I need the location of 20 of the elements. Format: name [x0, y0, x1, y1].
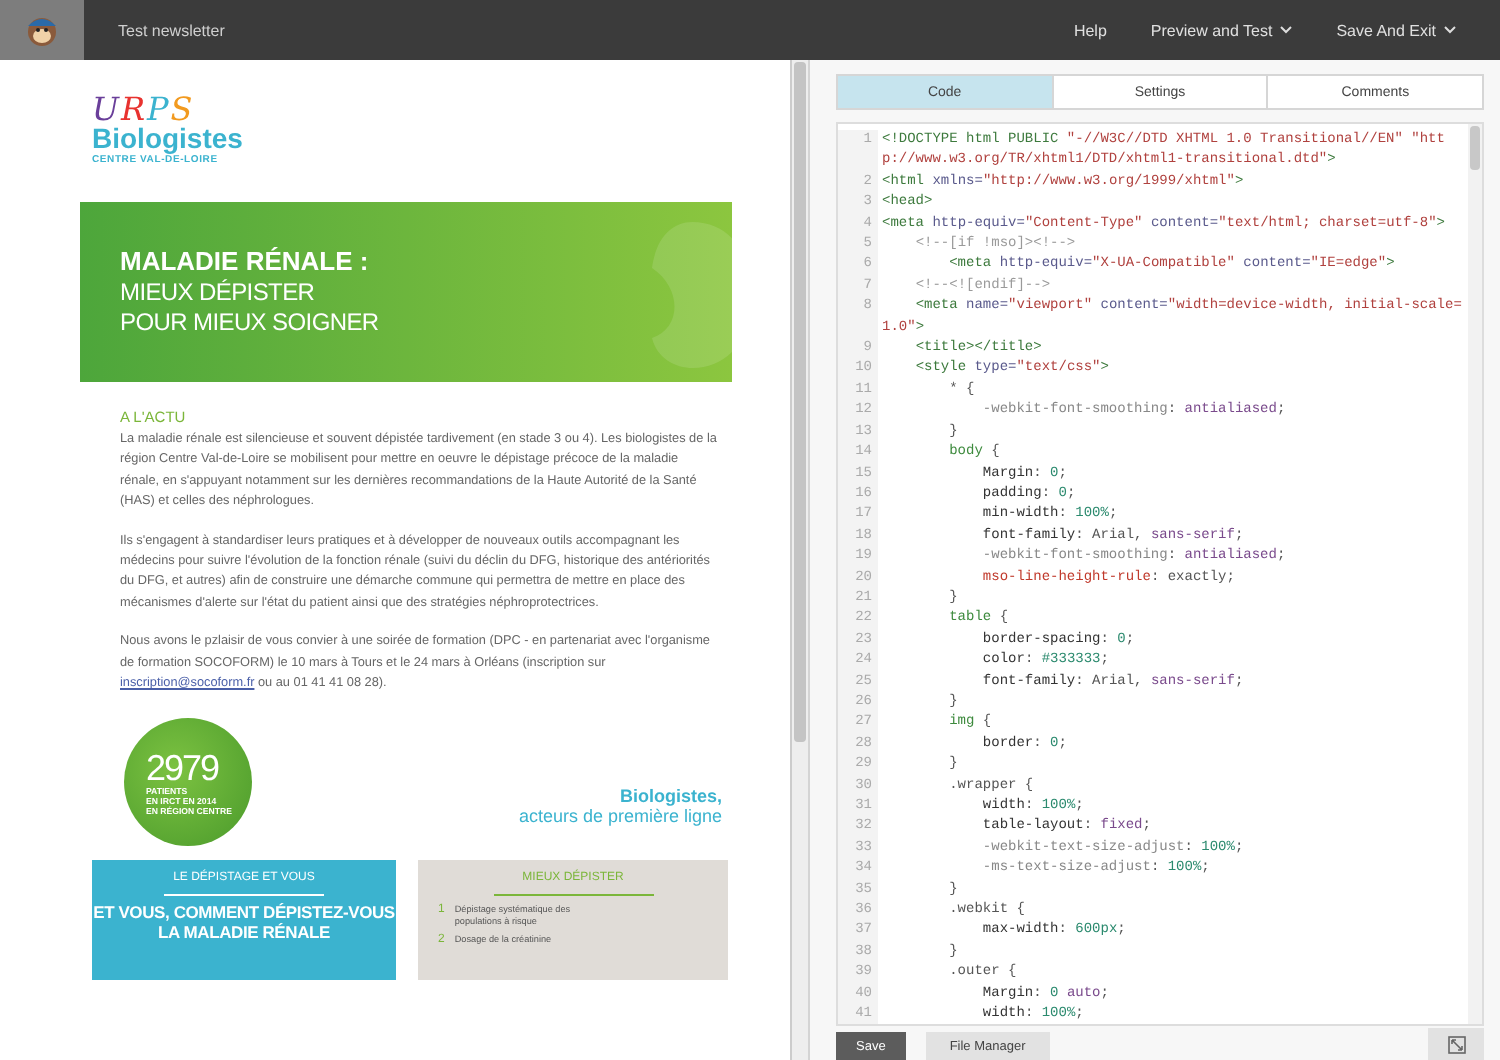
card-text: ET VOUS, COMMENT DÉPISTEZ-VOUS LA MALADIE RÉNALE	[92, 904, 396, 943]
banner-title: MALADIE RÉNALE :	[120, 246, 371, 278]
stat-number: 2979	[146, 749, 219, 786]
menu-item[interactable]: Save And Exit	[1336, 21, 1456, 39]
logo-mark: URPS	[92, 96, 195, 124]
document-title: Test newsletter	[118, 21, 227, 39]
caret-icon	[1444, 26, 1456, 34]
logo-name: Biologistes	[92, 124, 243, 154]
caret-icon	[1280, 26, 1293, 34]
scrollbar-thumb[interactable]	[794, 62, 806, 742]
expand-icon	[1447, 1035, 1465, 1053]
tagline-subtitle: acteurs de première ligne	[518, 806, 722, 827]
banner-subtitle: MIEUX DÉPISTER	[120, 278, 317, 308]
scrollbar-thumb[interactable]	[1470, 126, 1480, 170]
banner-subtitle: POUR MIEUX SOIGNER	[120, 308, 381, 338]
tagline-title: Biologistes,	[619, 786, 722, 807]
expand-button[interactable]	[1428, 1028, 1484, 1060]
code-editor[interactable]	[836, 122, 1484, 1026]
menu-item[interactable]: Help	[1073, 21, 1107, 39]
menu-item[interactable]: Preview and Test	[1150, 21, 1293, 39]
